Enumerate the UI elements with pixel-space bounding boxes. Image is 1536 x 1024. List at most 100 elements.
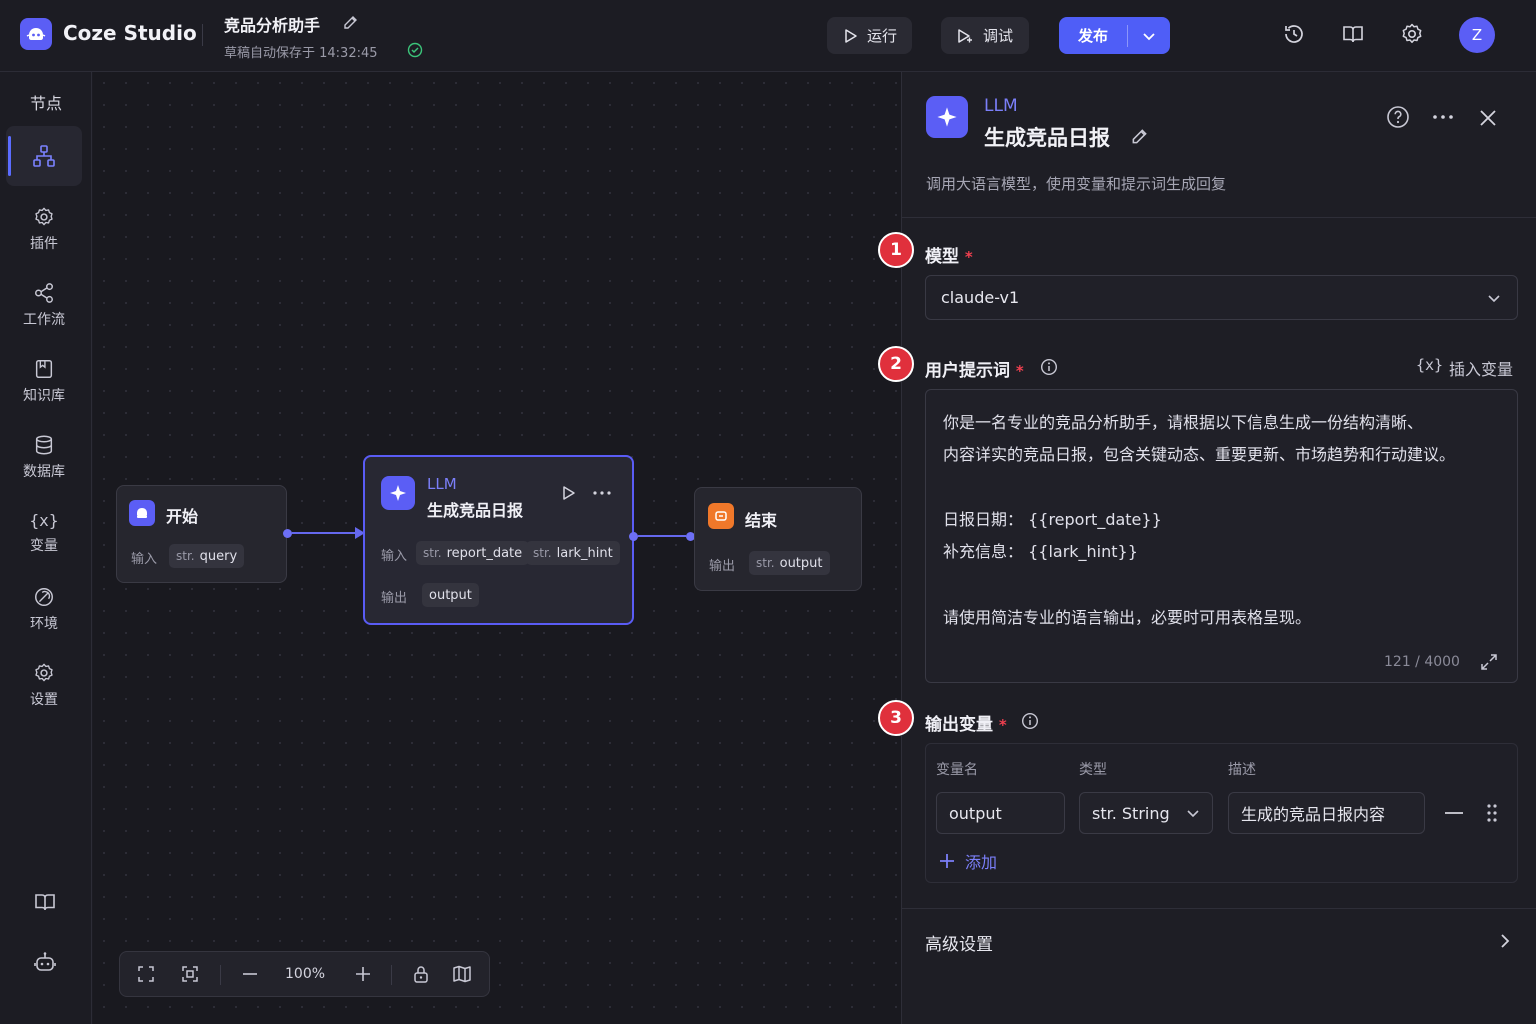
prompt-line: 请使用简洁专业的语言输出，必要时可用表格呈现。 [943,608,1312,627]
sidebar-item-nodes[interactable] [6,126,82,186]
edit-title-icon[interactable] [342,14,359,31]
sidebar-item-plugins[interactable]: 插件 [6,199,82,259]
sidebar-item-label: 插件 [30,235,58,252]
knowledge-icon [35,359,53,378]
fit-view-icon[interactable] [181,965,199,983]
variable-type-select[interactable]: str. String [1079,792,1213,834]
sidebar-item-label: 知识库 [23,387,65,404]
sidebar-item-workflow[interactable]: 工作流 [6,275,82,335]
info-icon[interactable] [1040,358,1058,376]
saved-check-icon [407,42,423,58]
node-input-label: 输入 [381,549,408,564]
lock-icon[interactable] [412,965,430,983]
chevron-right-icon[interactable] [1498,932,1512,950]
user-avatar[interactable]: Z [1459,17,1495,53]
workflow-canvas[interactable]: 开始 输入 str. query LLM 生成竞品日报 输入 str. report… [93,72,901,1024]
chevron-down-icon[interactable] [1128,29,1170,43]
coze-logo-icon[interactable] [20,18,52,50]
more-icon[interactable] [592,484,612,502]
save-status: 草稿自动保存于 14:32:45 [224,46,378,61]
variable-name-input[interactable]: output [936,792,1065,834]
settings-icon [35,663,53,681]
sidebar-item-environment[interactable]: 环境 [6,579,82,639]
input-chip: str. query [169,544,245,568]
minimap-icon[interactable] [452,965,472,983]
sidebar-item-label: 工作流 [23,311,65,328]
variable-icon: {x} [29,511,59,530]
start-node[interactable]: 开始 输入 str. query [116,485,287,583]
book-icon[interactable] [1341,22,1365,46]
sidebar-item-variables[interactable]: {x} 变量 [6,503,82,563]
remove-row-icon[interactable] [1444,806,1464,820]
debug-icon [958,28,972,43]
prompt-line: 你是一名专业的竞品分析助手，请根据以下信息生成一份结构清晰、 [943,413,1424,432]
add-variable-button[interactable]: 添加 [938,849,997,873]
brand-name: Coze Studio [63,21,197,45]
node-type: LLM [427,475,457,493]
share-nodes-icon [35,282,53,303]
end-node-icon [708,503,734,529]
top-bar: Coze Studio 竞品分析助手 草稿自动保存于 14:32:45 运行 调… [0,0,1536,72]
column-header: 描述 [1228,762,1256,778]
left-sidebar: 节点 插件 工作流 知识库 数据库 {x} 变量 环境 设置 [0,72,92,1024]
gear-icon[interactable] [1400,22,1424,46]
debug-label: 调试 [983,27,1014,45]
panel-node-title: 生成竞品日报 [984,126,1110,150]
close-icon[interactable] [1478,108,1498,128]
end-node[interactable]: 结束 输出 str. output [694,487,862,591]
sidebar-header: 节点 [29,94,62,113]
help-icon[interactable] [1386,105,1410,129]
history-icon[interactable] [1282,22,1306,46]
sparkle-icon [381,476,415,510]
prompt-line: 日报日期： {{report_date}} [943,510,1162,529]
start-output-port[interactable] [283,529,292,538]
llm-output-port[interactable] [629,532,638,541]
fullscreen-icon[interactable] [137,965,155,983]
variable-icon[interactable]: {x} [1416,356,1443,374]
node-title: 生成竞品日报 [427,501,524,520]
variable-desc-input[interactable]: 生成的竞品日报内容 [1228,792,1425,834]
publish-button[interactable]: 发布 [1059,17,1170,54]
zoom-out-icon[interactable] [241,965,259,983]
step-badge: 3 [878,700,914,736]
llm-node[interactable]: LLM 生成竞品日报 输入 str. report_date str. lark_h… [363,455,634,625]
run-label: 运行 [867,27,898,45]
column-header: 类型 [1079,762,1107,778]
environment-icon [35,587,53,606]
bot-icon[interactable] [33,950,57,974]
node-output-label: 输出 [381,591,408,606]
edit-title-icon[interactable] [1130,127,1149,146]
docs-book-icon[interactable] [33,890,57,914]
run-node-icon[interactable] [559,484,577,502]
column-header: 变量名 [936,762,978,778]
sidebar-item-database[interactable]: 数据库 [6,427,82,487]
prompt-editor[interactable]: 你是一名专业的竞品分析助手，请根据以下信息生成一份结构清晰、 内容详实的竞品日报… [925,389,1518,683]
debug-button[interactable]: 调试 [941,17,1029,54]
panel-description: 调用大语言模型，使用变量和提示词生成回复 [926,175,1227,193]
model-select[interactable]: claude-v1 [925,275,1518,320]
edge-start-llm[interactable] [292,532,358,534]
node-output-label: 输出 [709,559,736,574]
sidebar-item-settings[interactable]: 设置 [6,655,82,715]
publish-label: 发布 [1077,27,1108,45]
node-input-label: 输入 [131,552,158,567]
project-title: 竞品分析助手 [224,16,321,35]
step-badge: 1 [878,232,914,268]
more-icon[interactable] [1432,108,1454,126]
panel-node-type: LLM [984,96,1018,116]
sidebar-item-label: 数据库 [23,463,65,480]
info-icon[interactable] [1021,712,1039,730]
play-icon [845,28,857,43]
edge-llm-end[interactable] [638,535,686,537]
advanced-settings[interactable]: 高级设置 [925,930,993,955]
input-chip: str. lark_hint [526,541,620,565]
output-chip: str. output [749,551,830,575]
zoom-in-icon[interactable] [354,965,372,983]
run-button[interactable]: 运行 [827,17,912,54]
insert-variable-button[interactable]: 插入变量 [1449,356,1513,380]
char-counter: 121 / 4000 [1384,654,1460,670]
drag-handle-icon[interactable] [1485,802,1499,824]
sidebar-item-knowledge[interactable]: 知识库 [6,351,82,411]
expand-icon[interactable] [1479,652,1499,672]
output-label: 输出变量 * [925,715,1007,735]
